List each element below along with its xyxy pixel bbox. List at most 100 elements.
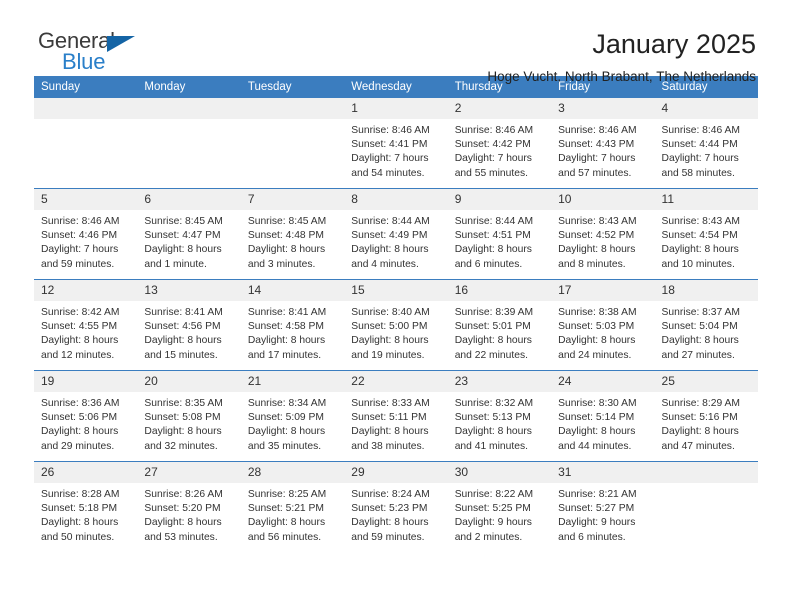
calendar-day-cell[interactable]: 12 Sunrise: 8:42 AM Sunset: 4:55 PM Dayligh… [34, 279, 138, 371]
calendar-day-cell[interactable]: 30 Sunrise: 8:22 AM Sunset: 5:25 PM Dayligh… [447, 461, 552, 552]
daylight-duration-line1: Daylight: 8 hours [454, 335, 532, 347]
calendar-day-cell[interactable]: 2 Sunrise: 8:46 AM Sunset: 4:42 PM Daylight… [447, 98, 552, 189]
sunrise-time: Sunrise: 8:35 AM [144, 398, 223, 409]
daylight-duration-line2: and 35 minutes. [247, 440, 322, 452]
day-details: Sunrise: 8:21 AM Sunset: 5:27 PM Daylight:… [551, 483, 654, 545]
calendar-day-cell[interactable]: 4 Sunrise: 8:46 AM Sunset: 4:44 PM Daylight… [654, 98, 758, 189]
day-details: Sunrise: 8:42 AM Sunset: 4:55 PM Daylight:… [34, 301, 137, 363]
day-details: Sunrise: 8:36 AM Sunset: 5:06 PM Daylight:… [34, 392, 137, 454]
calendar-day-cell[interactable]: 27 Sunrise: 8:26 AM Sunset: 5:20 PM Dayligh… [137, 461, 241, 552]
sunrise-time: Sunrise: 8:29 AM [661, 398, 740, 409]
day-number: 31 [551, 462, 655, 483]
day-details: Sunrise: 8:39 AM Sunset: 5:01 PM Daylight:… [448, 301, 551, 363]
day-number: 30 [447, 462, 552, 483]
daylight-duration-line1: Daylight: 8 hours [351, 244, 429, 256]
daylight-duration-line2: and 57 minutes. [558, 167, 632, 179]
daylight-duration-line1: Daylight: 7 hours [558, 153, 636, 165]
calendar-week-row: 26 Sunrise: 8:28 AM Sunset: 5:18 PM Dayligh… [34, 461, 758, 552]
day-details: Sunrise: 8:44 AM Sunset: 4:51 PM Daylight:… [448, 210, 551, 272]
calendar-day-cell[interactable]: 16 Sunrise: 8:39 AM Sunset: 5:01 PM Dayligh… [447, 279, 552, 371]
day-details: Sunrise: 8:40 AM Sunset: 5:00 PM Daylight:… [344, 301, 447, 363]
blue-triangle-icon [107, 36, 135, 52]
calendar-day-cell[interactable]: 21 Sunrise: 8:34 AM Sunset: 5:09 PM Dayligh… [240, 370, 345, 462]
calendar-day-cell[interactable]: 9 Sunrise: 8:44 AM Sunset: 4:51 PM Daylight… [447, 188, 552, 280]
sunrise-sunset-calendar: Sunday Monday Tuesday Wednesday Thursday Frid… [34, 76, 758, 552]
sunset-time: Sunset: 4:51 PM [454, 230, 531, 242]
calendar-day-cell[interactable]: 23 Sunrise: 8:32 AM Sunset: 5:13 PM Dayligh… [447, 370, 552, 462]
day-number [137, 98, 241, 119]
calendar-day-cell[interactable]: 22 Sunrise: 8:33 AM Sunset: 5:11 PM Dayligh… [344, 370, 448, 462]
daylight-duration-line2: and 56 minutes. [247, 531, 322, 543]
calendar-day-cell[interactable]: 20 Sunrise: 8:35 AM Sunset: 5:08 PM Dayligh… [137, 370, 241, 462]
sunset-time: Sunset: 4:47 PM [144, 230, 221, 242]
calendar-day-cell[interactable]: 8 Sunrise: 8:44 AM Sunset: 4:49 PM Daylight… [344, 188, 448, 280]
calendar-day-cell[interactable]: 25 Sunrise: 8:29 AM Sunset: 5:16 PM Dayligh… [654, 370, 758, 462]
sunrise-time: Sunrise: 8:36 AM [41, 398, 120, 409]
sunrise-time: Sunrise: 8:46 AM [558, 125, 637, 136]
sunrise-time: Sunrise: 8:44 AM [454, 216, 534, 227]
calendar-day-cell[interactable]: 10 Sunrise: 8:43 AM Sunset: 4:52 PM Dayligh… [551, 188, 655, 280]
calendar-day-cell[interactable]: 28 Sunrise: 8:25 AM Sunset: 5:21 PM Dayligh… [240, 461, 345, 552]
day-details: Sunrise: 8:22 AM Sunset: 5:25 PM Daylight:… [448, 483, 551, 545]
day-number: 11 [654, 189, 758, 210]
daylight-duration-line2: and 53 minutes. [144, 531, 218, 543]
day-details: Sunrise: 8:37 AM Sunset: 5:04 PM Daylight:… [655, 301, 758, 363]
sunset-time: Sunset: 5:09 PM [247, 412, 324, 424]
day-details: Sunrise: 8:41 AM Sunset: 4:58 PM Daylight:… [241, 301, 344, 363]
calendar-day-cell[interactable]: 24 Sunrise: 8:30 AM Sunset: 5:14 PM Dayligh… [551, 370, 655, 462]
sunrise-time: Sunrise: 8:43 AM [558, 216, 637, 227]
calendar-day-cell[interactable]: 7 Sunrise: 8:45 AM Sunset: 4:48 PM Daylight… [240, 188, 345, 280]
sunset-time: Sunset: 5:14 PM [558, 412, 635, 424]
sunset-time: Sunset: 5:01 PM [454, 321, 531, 333]
calendar-day-cell[interactable]: 31 Sunrise: 8:21 AM Sunset: 5:27 PM Dayligh… [551, 461, 655, 552]
calendar-day-cell[interactable]: 3 Sunrise: 8:46 AM Sunset: 4:43 PM Daylight… [551, 98, 655, 189]
calendar-day-cell[interactable]: 15 Sunrise: 8:40 AM Sunset: 5:00 PM Dayligh… [344, 279, 448, 371]
calendar-page: General Blue January 2025 Hoge Vucht, No… [0, 0, 792, 612]
sunrise-time: Sunrise: 8:44 AM [351, 216, 430, 227]
calendar-day-cell[interactable]: 19 Sunrise: 8:36 AM Sunset: 5:06 PM Dayligh… [34, 370, 138, 462]
generalblue-logo[interactable]: General Blue [34, 28, 154, 76]
day-details: Sunrise: 8:26 AM Sunset: 5:20 PM Daylight:… [137, 483, 240, 545]
sunrise-time: Sunrise: 8:34 AM [247, 398, 327, 409]
daylight-duration-line2: and 59 minutes. [41, 258, 115, 270]
calendar-day-cell[interactable]: 17 Sunrise: 8:38 AM Sunset: 5:03 PM Dayligh… [551, 279, 655, 371]
day-number: 25 [654, 371, 758, 392]
day-details: Sunrise: 8:46 AM Sunset: 4:46 PM Daylight:… [34, 210, 137, 272]
daylight-duration-line2: and 10 minutes. [661, 258, 735, 270]
sunset-time: Sunset: 5:06 PM [41, 412, 118, 424]
sunrise-time: Sunrise: 8:43 AM [661, 216, 740, 227]
day-number: 19 [34, 371, 138, 392]
day-number: 22 [344, 371, 448, 392]
daylight-duration-line1: Daylight: 8 hours [558, 244, 636, 256]
sunrise-time: Sunrise: 8:37 AM [661, 307, 740, 318]
calendar-day-cell[interactable]: 14 Sunrise: 8:41 AM Sunset: 4:58 PM Dayligh… [240, 279, 345, 371]
calendar-day-cell[interactable]: 13 Sunrise: 8:41 AM Sunset: 4:56 PM Dayligh… [137, 279, 241, 371]
daylight-duration-line1: Daylight: 8 hours [144, 335, 222, 347]
day-number: 27 [137, 462, 241, 483]
daylight-duration-line1: Daylight: 8 hours [661, 244, 739, 256]
day-number [34, 98, 138, 119]
sunset-time: Sunset: 4:42 PM [454, 139, 531, 151]
daylight-duration-line1: Daylight: 8 hours [247, 335, 326, 347]
daylight-duration-line2: and 55 minutes. [454, 167, 528, 179]
calendar-cell-empty [654, 461, 758, 552]
sunrise-time: Sunrise: 8:26 AM [144, 489, 223, 500]
daylight-duration-line2: and 8 minutes. [558, 258, 626, 270]
calendar-day-cell[interactable]: 11 Sunrise: 8:43 AM Sunset: 4:54 PM Dayligh… [654, 188, 758, 280]
daylight-duration-line2: and 50 minutes. [41, 531, 115, 543]
calendar-day-cell[interactable]: 6 Sunrise: 8:45 AM Sunset: 4:47 PM Daylight… [137, 188, 241, 280]
sunset-time: Sunset: 5:03 PM [558, 321, 635, 333]
calendar-day-cell[interactable]: 1 Sunrise: 8:46 AM Sunset: 4:41 PM Daylight… [344, 98, 448, 189]
calendar-day-cell[interactable]: 26 Sunrise: 8:28 AM Sunset: 5:18 PM Dayligh… [34, 461, 138, 552]
sunrise-time: Sunrise: 8:45 AM [247, 216, 327, 227]
weekday-header-wednesday: Wednesday [344, 76, 448, 98]
sunrise-time: Sunrise: 8:24 AM [351, 489, 430, 500]
day-details: Sunrise: 8:44 AM Sunset: 4:49 PM Daylight:… [344, 210, 447, 272]
calendar-day-cell[interactable]: 18 Sunrise: 8:37 AM Sunset: 5:04 PM Dayligh… [654, 279, 758, 371]
calendar-day-cell[interactable]: 29 Sunrise: 8:24 AM Sunset: 5:23 PM Dayligh… [344, 461, 448, 552]
calendar-day-cell[interactable]: 5 Sunrise: 8:46 AM Sunset: 4:46 PM Daylight… [34, 188, 138, 280]
daylight-duration-line2: and 15 minutes. [144, 349, 218, 361]
sunset-time: Sunset: 5:13 PM [454, 412, 531, 424]
title-block: January 2025 Hoge Vucht, North Brabant, … [487, 28, 758, 87]
sunrise-time: Sunrise: 8:45 AM [144, 216, 223, 227]
